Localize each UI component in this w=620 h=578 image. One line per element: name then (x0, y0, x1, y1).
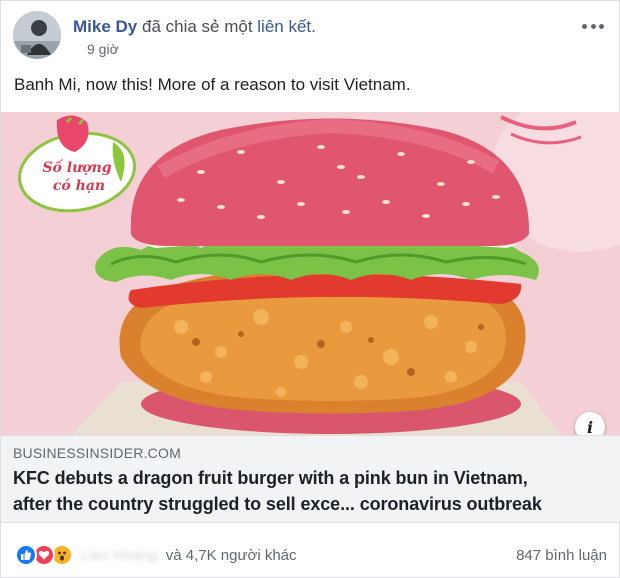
share-text: đã chia sẻ một (141, 17, 253, 36)
author-name[interactable]: Mike Dy (73, 17, 137, 36)
post-header: Mike Dy đã chia sẻ một liên kết. 9 giờ (13, 11, 607, 63)
limited-badge-text-2: có hạn (53, 178, 105, 194)
author-line: Mike Dy đã chia sẻ một liên kết. (73, 17, 316, 37)
link-preview-image[interactable]: Số lượng có hạn (1, 112, 620, 435)
more-dot-icon (582, 23, 587, 29)
post-footer: Lien Hoang và 4,7K người khác 847 bình l… (1, 533, 620, 578)
more-dot-icon (590, 23, 596, 29)
link-title-line-1: KFC debuts a dragon fruit burger with a … (13, 468, 528, 488)
reaction-count[interactable]: và 4,7K người khác (166, 547, 297, 564)
post-timestamp[interactable]: 9 giờ (87, 41, 119, 57)
limited-badge-text-1: Số lượng (42, 158, 111, 176)
like-icon (15, 544, 37, 566)
author-avatar[interactable] (13, 11, 61, 59)
link-domain: BUSINESSINSIDER.COM (13, 445, 181, 461)
link-preview-meta[interactable]: BUSINESSINSIDER.COM KFC debuts a dragon … (1, 435, 620, 523)
post-options-button[interactable] (579, 17, 607, 35)
comments-count[interactable]: 847 bình luận (516, 547, 607, 564)
more-dot-icon (599, 23, 604, 29)
news-feed-post: Mike Dy đã chia sẻ một liên kết. 9 giờ B… (0, 0, 620, 578)
reactor-name[interactable]: Lien Hoang (81, 547, 158, 564)
link-title-line-2: after the country struggled to sell exce… (13, 494, 542, 514)
reactions-summary[interactable]: Lien Hoang và 4,7K người khác (15, 543, 297, 567)
share-link[interactable]: liên kết. (257, 17, 316, 36)
post-message: Banh Mi, now this! More of a reason to v… (14, 75, 411, 94)
